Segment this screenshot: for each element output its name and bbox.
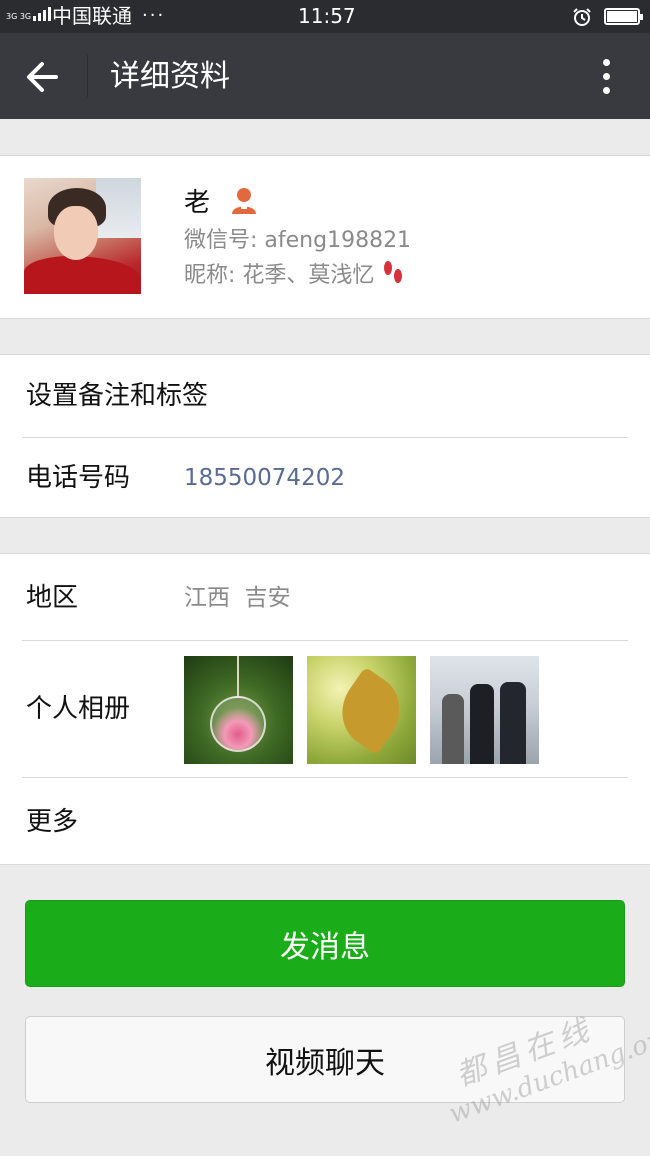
- set-remark-tags-label: 设置备注和标签: [26, 381, 209, 411]
- status-bar: 3G 3G 中国联通 ··· 11:57: [0, 0, 650, 33]
- album-thumbnails: [184, 656, 539, 764]
- region-row: 地区 江西 吉安: [0, 554, 650, 640]
- details-card: 地区 江西 吉安 个人相册 更多: [0, 553, 650, 865]
- set-remark-tags-row[interactable]: 设置备注和标签: [0, 355, 650, 437]
- nickname-row: 昵称: 花季、莫浅忆: [184, 260, 405, 291]
- status-time: 11:57: [298, 4, 356, 28]
- send-message-button[interactable]: 发消息: [25, 900, 625, 987]
- signal-bars-icon: [33, 7, 52, 21]
- battery-icon: [604, 8, 643, 25]
- wechat-id: 微信号: afeng198821: [184, 228, 412, 253]
- more-label: 更多: [26, 807, 79, 837]
- more-row[interactable]: 更多: [0, 778, 650, 866]
- album-photo[interactable]: [184, 656, 293, 764]
- album-photo[interactable]: [307, 656, 416, 764]
- person-icon: [232, 188, 256, 214]
- header-divider: [87, 55, 88, 97]
- nickname-text: 昵称: 花季、莫浅忆: [184, 263, 375, 288]
- signal-indicator: 3G 3G: [6, 7, 52, 21]
- region-value: 江西 吉安: [184, 585, 291, 611]
- back-arrow-icon[interactable]: [22, 57, 66, 97]
- personal-album-label: 个人相册: [26, 694, 131, 724]
- region-label: 地区: [26, 583, 79, 613]
- more-options-icon[interactable]: [590, 55, 624, 99]
- phone-label: 电话号码: [26, 463, 131, 493]
- phone-number-link[interactable]: 18550074202: [184, 461, 345, 495]
- page-title: 详细资料: [110, 59, 230, 94]
- contact-name: 老: [184, 188, 211, 218]
- footprints-icon: [384, 261, 403, 283]
- app-header: 详细资料: [0, 33, 650, 119]
- carrier-name: 中国联通: [52, 4, 132, 28]
- contact-info-card: 设置备注和标签 电话号码 18550074202: [0, 354, 650, 518]
- network-type-label: 3G 3G: [6, 12, 32, 21]
- profile-card: 老 微信号: afeng198821 昵称: 花季、莫浅忆: [0, 155, 650, 319]
- phone-row: 电话号码 18550074202: [0, 438, 650, 518]
- alarm-clock-icon: [573, 8, 591, 26]
- avatar[interactable]: [24, 178, 141, 294]
- watermark: 都昌在线 www.duchang.org: [430, 978, 650, 1129]
- album-photo[interactable]: [430, 656, 539, 764]
- notification-dots: ···: [142, 5, 166, 26]
